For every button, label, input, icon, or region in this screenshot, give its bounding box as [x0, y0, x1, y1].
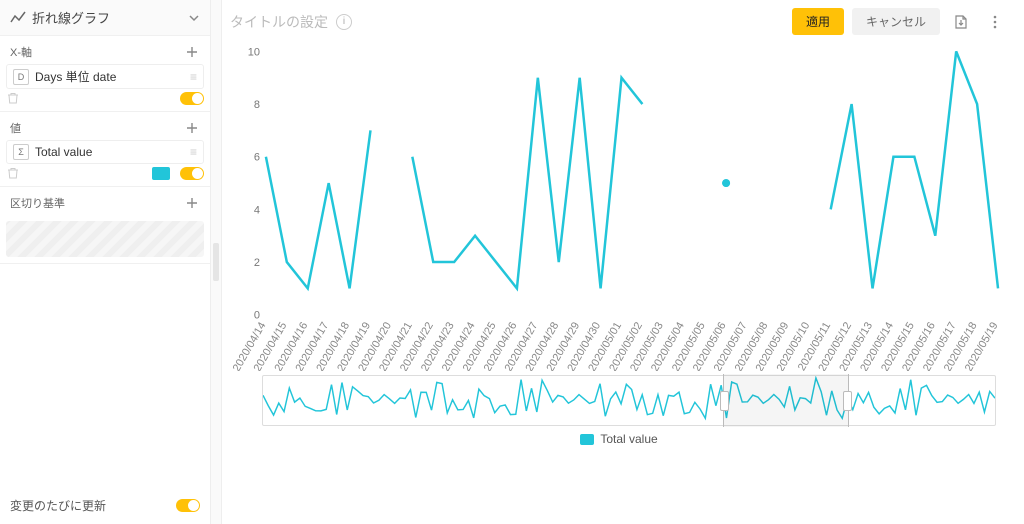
svg-text:4: 4 — [254, 204, 260, 216]
split-title: 区切り基準 — [10, 195, 65, 211]
auto-update-toggle[interactable] — [176, 499, 200, 512]
trash-icon[interactable] — [6, 91, 20, 105]
trash-icon[interactable] — [6, 166, 20, 180]
value-field-label: Total value — [35, 145, 92, 159]
drag-handle-icon[interactable]: ≡ — [190, 73, 197, 81]
config-sidebar: 折れ線グラフ X-軸 D Days 単位 date ≡ — [0, 0, 211, 524]
add-xaxis-button[interactable] — [184, 44, 200, 60]
svg-text:10: 10 — [248, 46, 260, 58]
scrubber-handle-left[interactable] — [720, 391, 729, 411]
xaxis-field-label: Days 単位 date — [35, 68, 116, 85]
apply-button[interactable]: 適用 — [792, 8, 844, 35]
info-icon[interactable]: i — [336, 14, 352, 30]
main-chart[interactable]: 02468102020/04/142020/04/152020/04/16202… — [230, 41, 1008, 371]
value-title: 値 — [10, 120, 21, 136]
value-field[interactable]: Σ Total value ≡ — [6, 140, 204, 164]
export-icon[interactable] — [948, 9, 974, 35]
value-toggle[interactable] — [180, 167, 204, 180]
xaxis-toggle[interactable] — [180, 92, 204, 105]
xaxis-section: X-軸 D Days 単位 date ≡ — [0, 36, 210, 112]
svg-text:2: 2 — [254, 257, 260, 269]
split-section: 区切り基準 — [0, 187, 210, 264]
d-badge-icon: D — [13, 69, 29, 85]
legend-label: Total value — [600, 432, 657, 446]
chart-title-input[interactable]: タイトルの設定 — [230, 12, 328, 32]
svg-text:0: 0 — [254, 310, 260, 322]
drag-handle-icon[interactable]: ≡ — [190, 148, 197, 156]
chart-legend[interactable]: Total value — [230, 432, 1008, 446]
overview-scrubber[interactable] — [262, 375, 996, 426]
legend-swatch-icon — [580, 434, 594, 445]
chart-type-header[interactable]: 折れ線グラフ — [0, 0, 210, 36]
svg-text:6: 6 — [254, 152, 260, 164]
add-split-button[interactable] — [184, 195, 200, 211]
cancel-button[interactable]: キャンセル — [852, 8, 940, 35]
sigma-badge-icon: Σ — [13, 144, 29, 160]
more-icon[interactable] — [982, 9, 1008, 35]
split-dropzone[interactable] — [6, 221, 204, 257]
add-value-button[interactable] — [184, 120, 200, 136]
sidebar-footer: 変更のたびに更新 — [0, 487, 210, 524]
xaxis-title: X-軸 — [10, 44, 32, 60]
chevron-down-icon[interactable] — [188, 12, 200, 24]
overview-chart — [263, 376, 995, 422]
topbar: タイトルの設定 i 適用 キャンセル — [230, 8, 1008, 35]
main-panel: タイトルの設定 i 適用 キャンセル 02468102020/04/142020… — [222, 0, 1024, 524]
sidebar-collapse-handle[interactable] — [211, 0, 222, 524]
xaxis-field[interactable]: D Days 単位 date ≡ — [6, 64, 204, 89]
scrubber-handle-right[interactable] — [843, 391, 852, 411]
series-color-chip[interactable] — [152, 167, 170, 180]
line-chart-icon — [10, 10, 26, 26]
svg-text:8: 8 — [254, 99, 260, 111]
value-section: 値 Σ Total value ≡ — [0, 112, 210, 187]
chart-type-label: 折れ線グラフ — [32, 8, 110, 27]
auto-update-label: 変更のたびに更新 — [10, 497, 106, 514]
